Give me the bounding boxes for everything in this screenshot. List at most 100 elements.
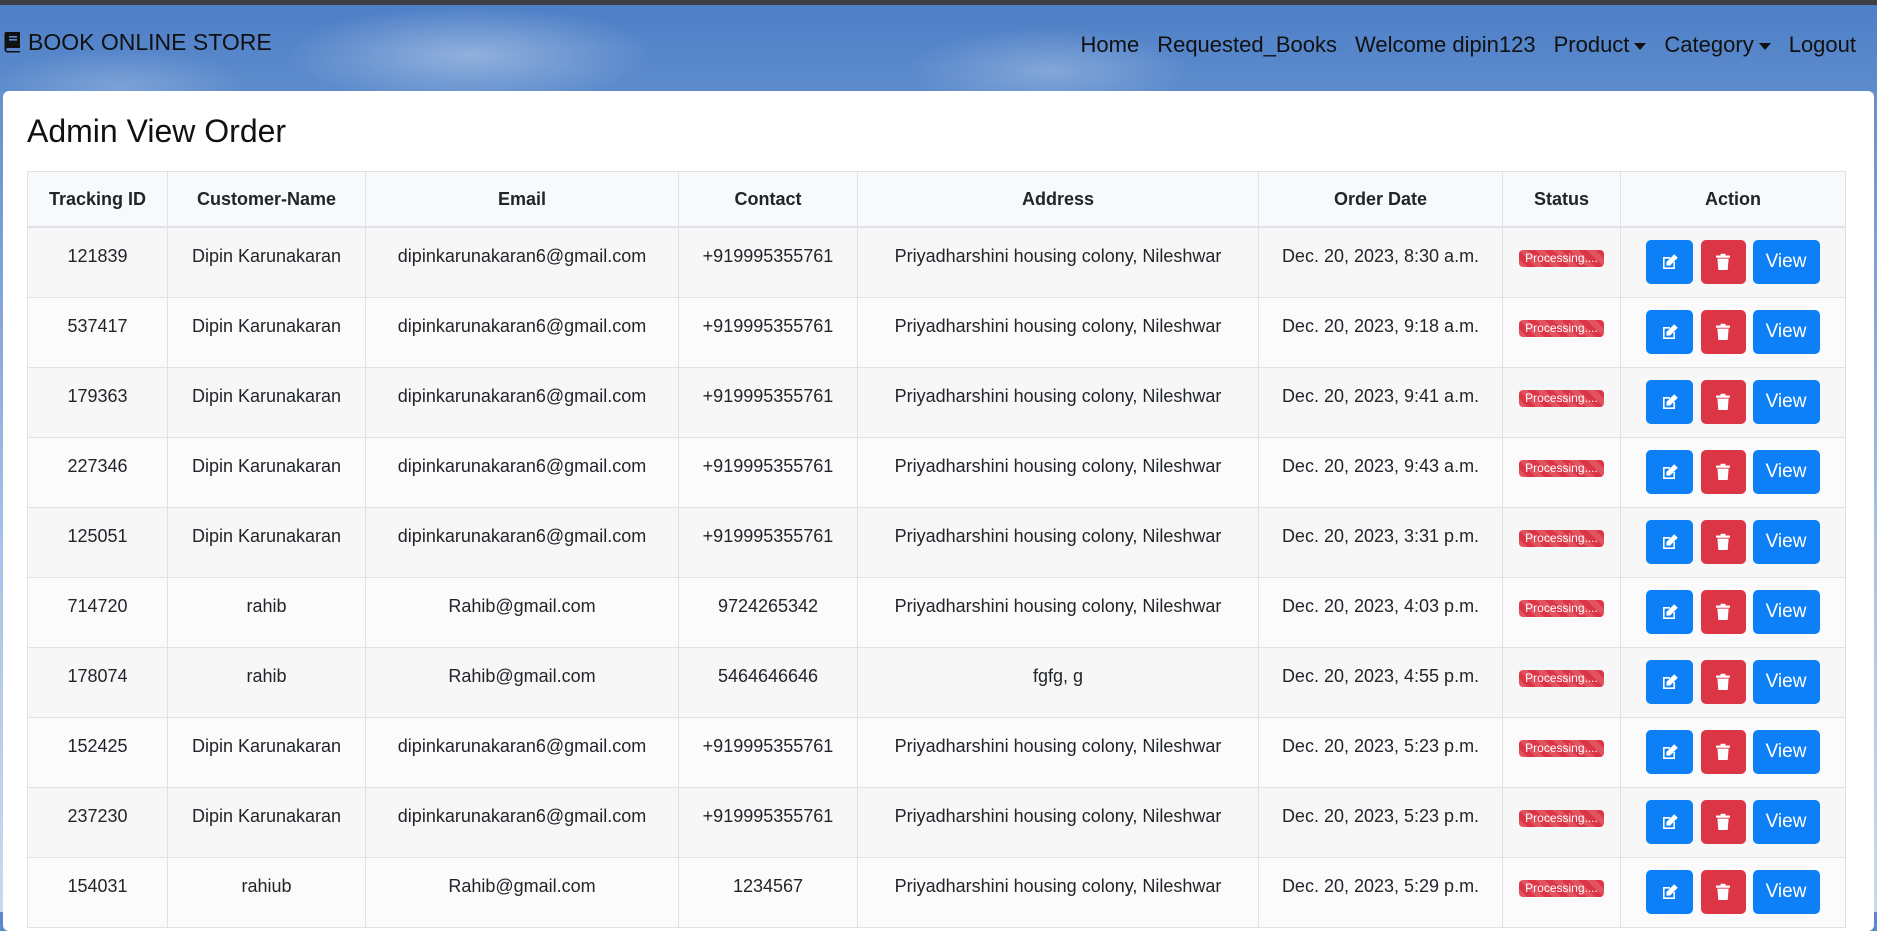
edit-button[interactable] xyxy=(1646,449,1694,494)
nav-home[interactable]: Home xyxy=(1072,32,1149,58)
delete-button[interactable] xyxy=(1700,799,1746,844)
cell-contact: 1234567 xyxy=(678,856,858,928)
edit-icon xyxy=(1661,323,1679,341)
delete-button[interactable] xyxy=(1700,379,1746,424)
view-button[interactable]: View xyxy=(1752,589,1820,634)
edit-icon xyxy=(1661,253,1679,271)
cell-order-date: Dec. 20, 2023, 9:18 a.m. xyxy=(1258,296,1503,368)
cell-status: Processing.... xyxy=(1502,366,1621,438)
table-row: 537417 Dipin Karunakaran dipinkarunakara… xyxy=(27,296,1846,368)
status-badge: Processing.... xyxy=(1519,319,1604,337)
trash-icon xyxy=(1715,603,1731,621)
delete-button[interactable] xyxy=(1700,309,1746,354)
status-badge: Processing.... xyxy=(1519,599,1604,617)
cell-address: Priyadharshini housing colony, Nileshwar xyxy=(857,506,1259,578)
header-order-date: Order Date xyxy=(1258,171,1503,228)
delete-button[interactable] xyxy=(1700,519,1746,564)
edit-button[interactable] xyxy=(1646,799,1694,844)
table-row: 227346 Dipin Karunakaran dipinkarunakara… xyxy=(27,436,1846,508)
nav-category-dropdown[interactable]: Category xyxy=(1655,32,1779,58)
cell-actions: View xyxy=(1620,716,1846,788)
cell-customer-name: rahib xyxy=(167,576,366,648)
table-row: 179363 Dipin Karunakaran dipinkarunakara… xyxy=(27,366,1846,438)
edit-icon xyxy=(1661,603,1679,621)
cell-email: dipinkarunakaran6@gmail.com xyxy=(365,296,679,368)
edit-button[interactable] xyxy=(1646,519,1694,564)
nav-requested-books[interactable]: Requested_Books xyxy=(1148,32,1346,58)
edit-button[interactable] xyxy=(1646,869,1694,914)
cell-tracking-id: 154031 xyxy=(27,856,168,928)
delete-button[interactable] xyxy=(1700,659,1746,704)
cell-order-date: Dec. 20, 2023, 5:23 p.m. xyxy=(1258,786,1503,858)
cell-actions: View xyxy=(1620,296,1846,368)
edit-button[interactable] xyxy=(1646,659,1694,704)
cell-status: Processing.... xyxy=(1502,716,1621,788)
edit-button[interactable] xyxy=(1646,589,1694,634)
cell-order-date: Dec. 20, 2023, 4:55 p.m. xyxy=(1258,646,1503,718)
cell-contact: 9724265342 xyxy=(678,576,858,648)
status-badge: Processing.... xyxy=(1519,879,1604,897)
cell-email: dipinkarunakaran6@gmail.com xyxy=(365,716,679,788)
cell-actions: View xyxy=(1620,576,1846,648)
trash-icon xyxy=(1715,463,1731,481)
cell-email: dipinkarunakaran6@gmail.com xyxy=(365,786,679,858)
cell-customer-name: Dipin Karunakaran xyxy=(167,506,366,578)
trash-icon xyxy=(1715,253,1731,271)
cell-order-date: Dec. 20, 2023, 9:43 a.m. xyxy=(1258,436,1503,508)
edit-button[interactable] xyxy=(1646,379,1694,424)
cell-customer-name: rahiub xyxy=(167,856,366,928)
cell-order-date: Dec. 20, 2023, 3:31 p.m. xyxy=(1258,506,1503,578)
view-button[interactable]: View xyxy=(1752,379,1820,424)
nav-logout[interactable]: Logout xyxy=(1780,32,1865,58)
cell-customer-name: rahib xyxy=(167,646,366,718)
delete-button[interactable] xyxy=(1700,729,1746,774)
cell-tracking-id: 714720 xyxy=(27,576,168,648)
edit-icon xyxy=(1661,883,1679,901)
cell-tracking-id: 179363 xyxy=(27,366,168,438)
orders-table: Tracking ID Customer-Name Email Contact … xyxy=(27,171,1846,928)
nav-product-dropdown[interactable]: Product xyxy=(1545,32,1656,58)
edit-icon xyxy=(1661,813,1679,831)
edit-button[interactable] xyxy=(1646,309,1694,354)
nav-welcome-user[interactable]: Welcome dipin123 xyxy=(1346,32,1545,58)
cell-tracking-id: 237230 xyxy=(27,786,168,858)
view-button[interactable]: View xyxy=(1752,659,1820,704)
view-button[interactable]: View xyxy=(1752,799,1820,844)
table-row: 152425 Dipin Karunakaran dipinkarunakara… xyxy=(27,716,1846,788)
view-button[interactable]: View xyxy=(1752,240,1820,284)
cell-actions: View xyxy=(1620,856,1846,928)
cell-actions: View xyxy=(1620,786,1846,858)
cell-address: fgfg, g xyxy=(857,646,1259,718)
delete-button[interactable] xyxy=(1700,449,1746,494)
cell-tracking-id: 152425 xyxy=(27,716,168,788)
cell-tracking-id: 178074 xyxy=(27,646,168,718)
trash-icon xyxy=(1715,673,1731,691)
trash-icon xyxy=(1715,883,1731,901)
cell-status: Processing.... xyxy=(1502,506,1621,578)
view-button[interactable]: View xyxy=(1752,729,1820,774)
delete-button[interactable] xyxy=(1700,589,1746,634)
cell-address: Priyadharshini housing colony, Nileshwar xyxy=(857,436,1259,508)
cell-status: Processing.... xyxy=(1502,436,1621,508)
cell-order-date: Dec. 20, 2023, 5:29 p.m. xyxy=(1258,856,1503,928)
edit-button[interactable] xyxy=(1646,729,1694,774)
brand-link[interactable]: BOOK ONLINE STORE xyxy=(4,27,272,57)
view-button[interactable]: View xyxy=(1752,519,1820,564)
header-tracking-id: Tracking ID xyxy=(27,171,168,228)
chevron-down-icon xyxy=(1634,42,1647,50)
page-title: Admin View Order xyxy=(27,113,287,149)
delete-button[interactable] xyxy=(1700,240,1746,284)
cell-status: Processing.... xyxy=(1502,226,1621,298)
cell-tracking-id: 121839 xyxy=(27,226,168,298)
view-button[interactable]: View xyxy=(1752,309,1820,354)
view-button[interactable]: View xyxy=(1752,869,1820,914)
trash-icon xyxy=(1715,813,1731,831)
brand-text: BOOK ONLINE STORE xyxy=(28,28,272,55)
view-button[interactable]: View xyxy=(1752,449,1820,494)
edit-button[interactable] xyxy=(1646,240,1694,284)
cell-address: Priyadharshini housing colony, Nileshwar xyxy=(857,366,1259,438)
cell-contact: +919995355761 xyxy=(678,716,858,788)
delete-button[interactable] xyxy=(1700,869,1746,914)
cell-email: Rahib@gmail.com xyxy=(365,646,679,718)
cell-status: Processing.... xyxy=(1502,856,1621,928)
